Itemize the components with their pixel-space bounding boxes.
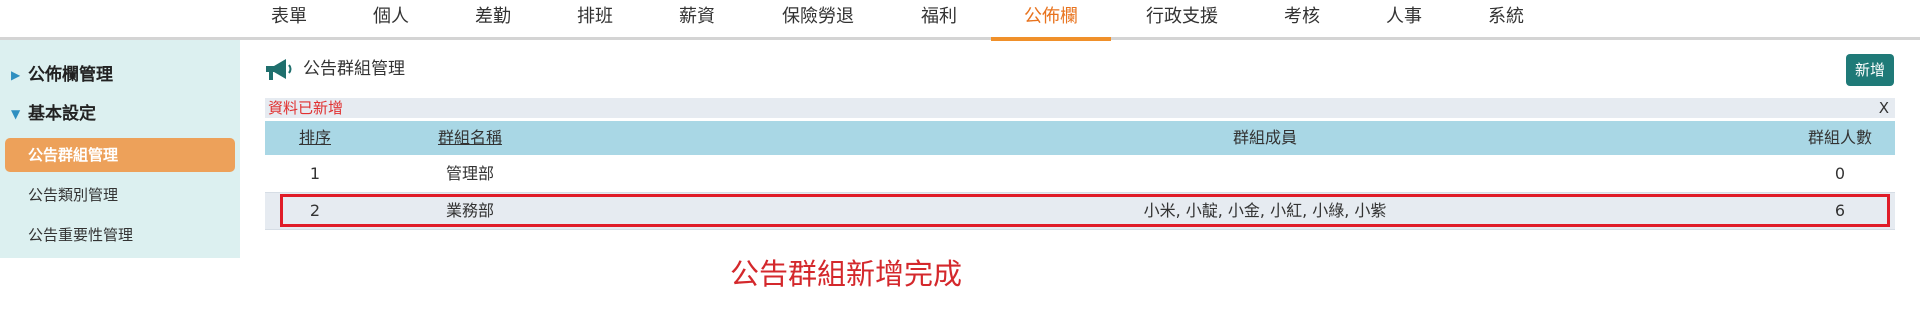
column-header-group-members: 群組成員 — [1232, 128, 1297, 147]
column-header-member-count: 群組人數 — [1807, 128, 1872, 147]
sidebar-group-label: 基本設定 — [28, 104, 96, 124]
cell-member-count: 0 — [1834, 164, 1846, 183]
sidebar-group-bulletin-management[interactable]: ▶ 公佈欄管理 — [0, 60, 240, 90]
highlight-box — [280, 194, 1890, 227]
nav-item-attendance[interactable]: 差勤 — [475, 0, 511, 40]
status-message-bar: 資料已新增 X — [265, 98, 1895, 118]
sidebar: ▶ 公佈欄管理 ▼ 基本設定 公告群組管理 公告類別管理 公告重要性管理 — [0, 40, 240, 258]
nav-item-forms[interactable]: 表單 — [271, 0, 307, 40]
add-button[interactable]: 新增 — [1846, 54, 1894, 86]
nav-item-system[interactable]: 系統 — [1488, 0, 1524, 40]
nav-item-benefits[interactable]: 福利 — [921, 0, 957, 40]
table-header: 排序 群組名稱 群組成員 群組人數 — [265, 121, 1895, 155]
nav-item-bulletin[interactable]: 公佈欄 — [1024, 0, 1078, 40]
sidebar-item-announcement-groups[interactable]: 公告群組管理 — [5, 138, 235, 172]
cell-group-name: 管理部 — [445, 164, 494, 183]
sidebar-group-label: 公佈欄管理 — [28, 65, 113, 85]
sidebar-item-announcement-importance[interactable]: 公告重要性管理 — [5, 218, 235, 252]
nav-item-salary[interactable]: 薪資 — [679, 0, 715, 40]
megaphone-icon — [266, 59, 292, 80]
row-divider — [265, 229, 1895, 230]
sidebar-item-announcement-categories[interactable]: 公告類別管理 — [5, 178, 235, 212]
caret-down-icon: ▼ — [11, 107, 21, 121]
nav-item-admin-support[interactable]: 行政支援 — [1146, 0, 1218, 40]
caret-right-icon: ▶ — [11, 68, 21, 82]
nav-item-personnel[interactable]: 人事 — [1386, 0, 1422, 40]
nav-item-scheduling[interactable]: 排班 — [577, 0, 613, 40]
table-row[interactable]: 1 管理部 0 — [265, 156, 1895, 192]
sidebar-group-basic-settings[interactable]: ▼ 基本設定 — [0, 99, 240, 129]
nav-active-indicator — [991, 37, 1111, 41]
status-message: 資料已新增 — [268, 99, 344, 117]
nav-item-personal[interactable]: 個人 — [373, 0, 409, 40]
page-title: 公告群組管理 — [303, 59, 405, 79]
column-header-group-name[interactable]: 群組名稱 — [395, 121, 545, 155]
close-message-button[interactable]: X — [1879, 98, 1889, 118]
column-header-order[interactable]: 排序 — [265, 121, 365, 155]
nav-item-evaluation[interactable]: 考核 — [1284, 0, 1320, 40]
cell-order: 1 — [309, 164, 321, 183]
top-nav: 表單 個人 差勤 排班 薪資 保險勞退 福利 公佈欄 行政支援 考核 人事 系統 — [0, 0, 1920, 41]
annotation-caption: 公告群組新增完成 — [730, 257, 963, 291]
nav-item-insurance[interactable]: 保險勞退 — [782, 0, 854, 40]
